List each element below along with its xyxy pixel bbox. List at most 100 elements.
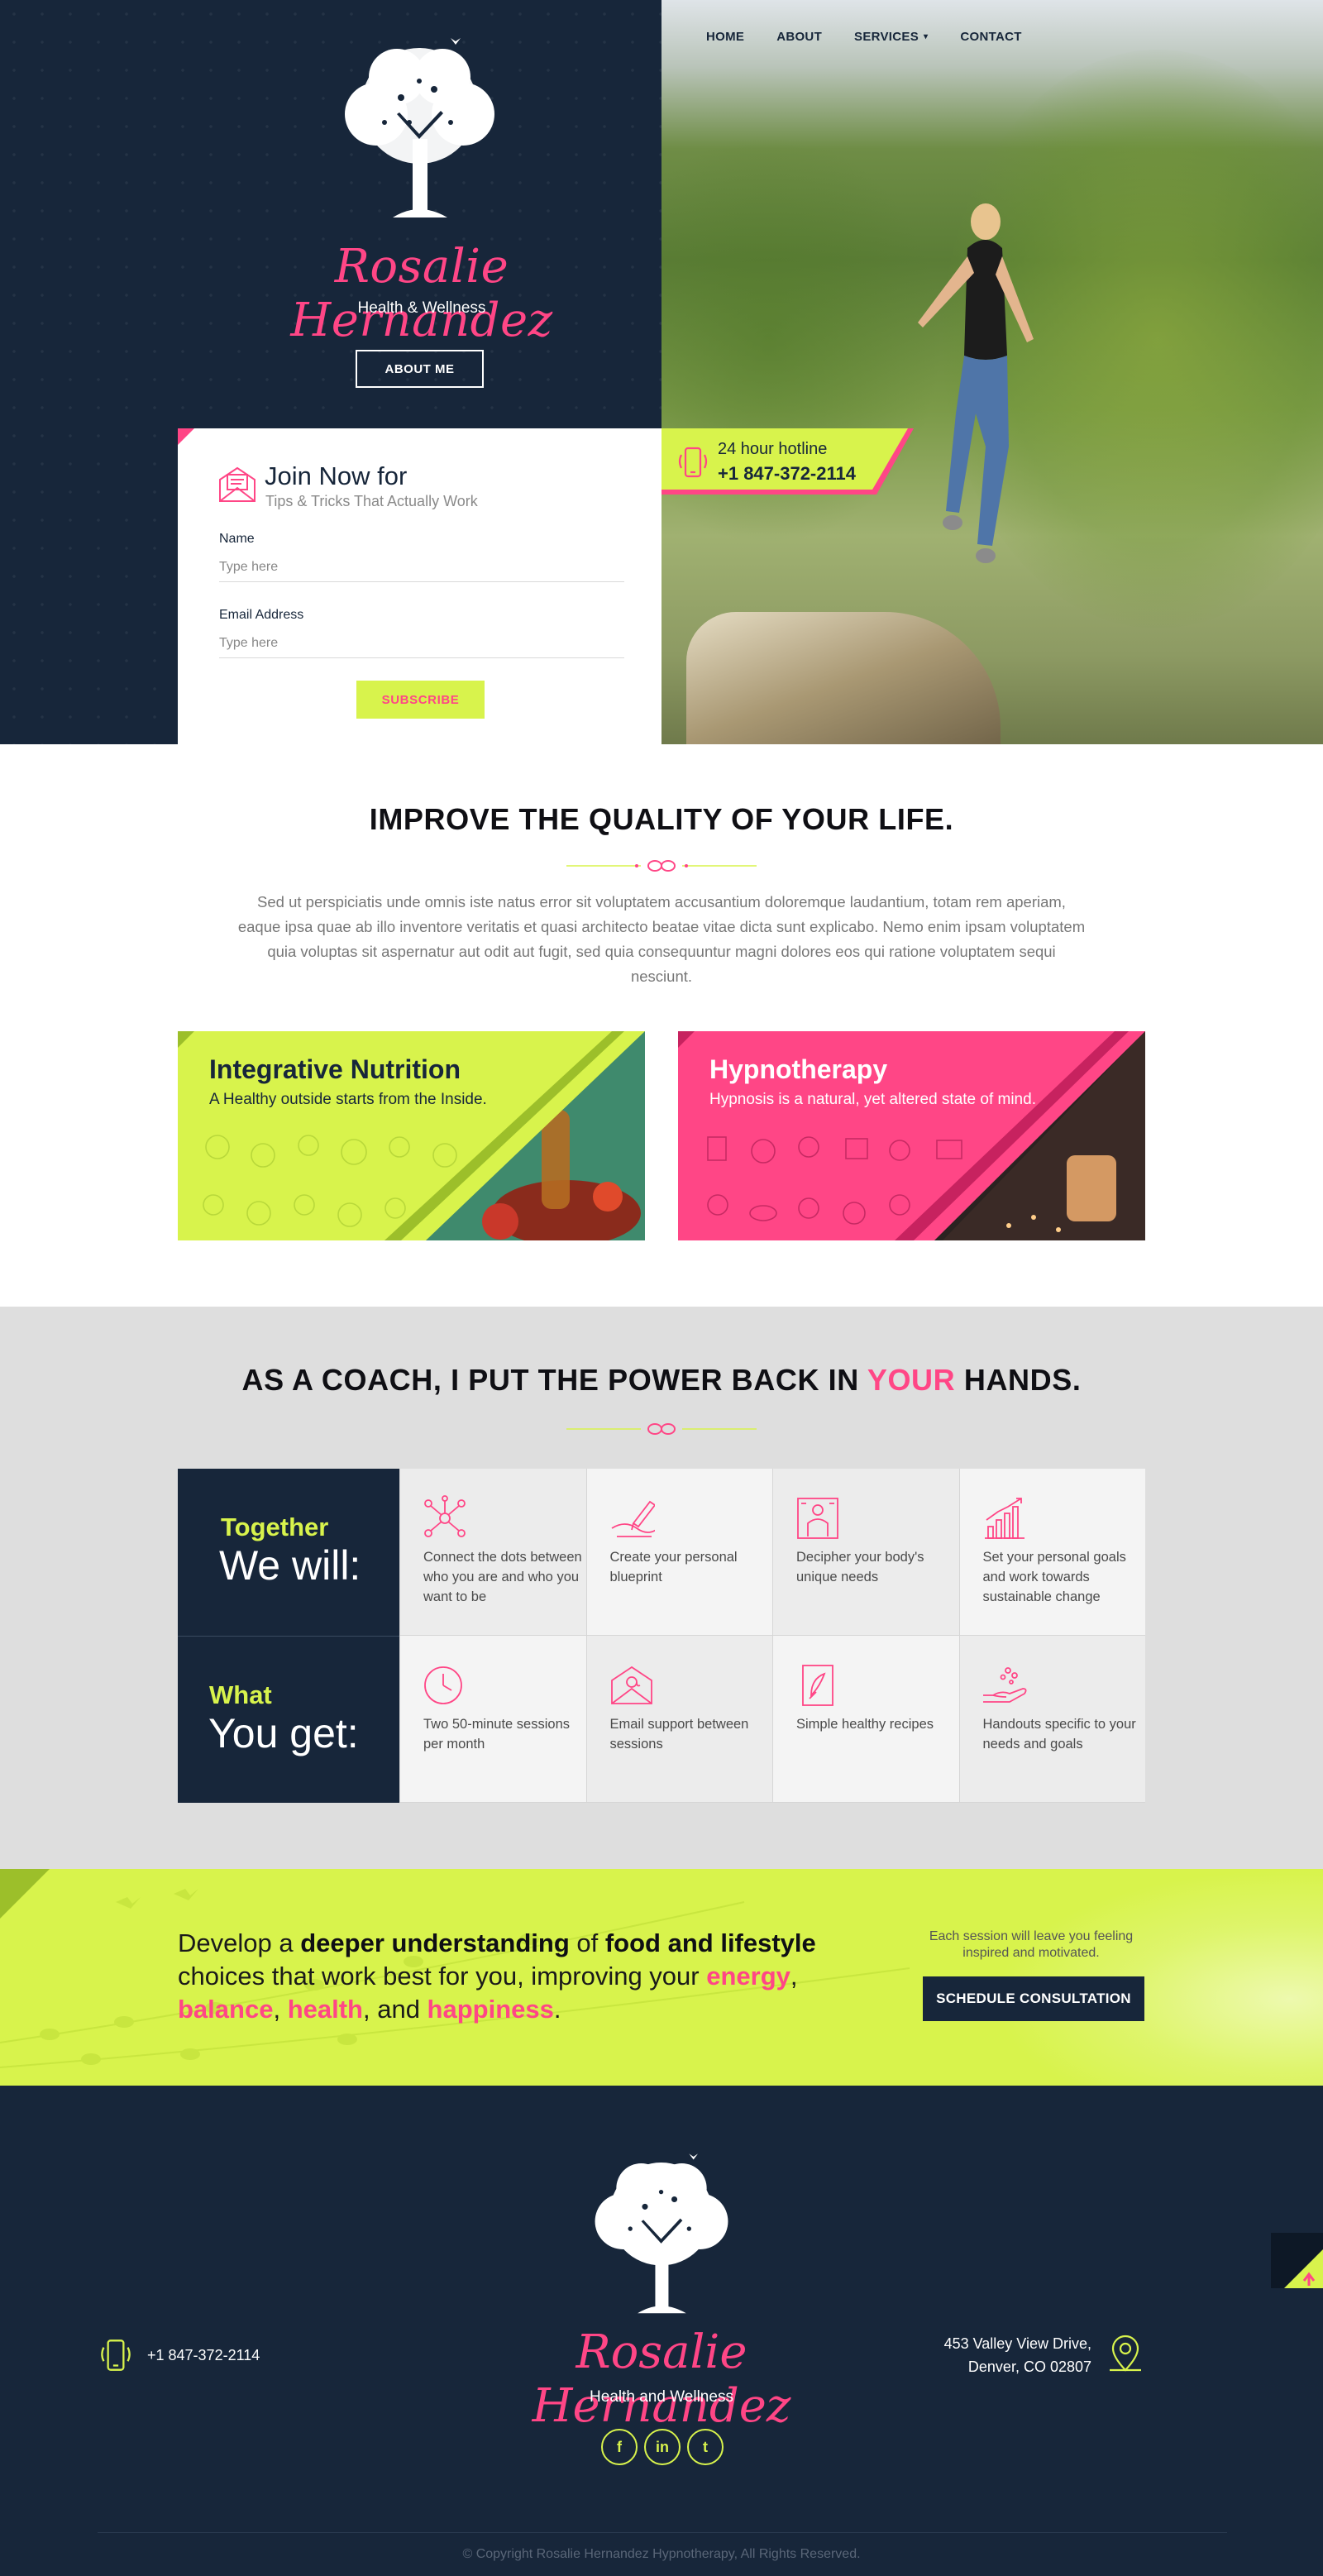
- benefit-cell: Decipher your body's unique needs: [772, 1469, 959, 1636]
- service-title: Hypnotherapy: [709, 1054, 888, 1084]
- hotline-label: 24 hour hotline: [718, 440, 828, 458]
- nav-about-label: ABOUT: [776, 30, 823, 44]
- footer-phone[interactable]: +1 847-372-2114: [147, 2347, 260, 2364]
- footer-divider: [98, 2532, 1227, 2533]
- coach-title-pre: AS A COACH, I PUT THE POWER BACK IN: [241, 1363, 867, 1397]
- benefit-text: Handouts specific to your needs and goal…: [982, 1717, 1136, 1752]
- nav-home[interactable]: HOME: [706, 25, 744, 49]
- map-pin-icon: [1110, 2335, 1141, 2372]
- row-heading: Together We will:: [178, 1469, 399, 1636]
- newsletter-envelope-icon: [219, 466, 256, 502]
- schedule-consultation-button[interactable]: SCHEDULE CONSULTATION: [923, 1976, 1144, 2021]
- person-analysis-icon: [797, 1498, 838, 1539]
- benefit-text: Decipher your body's unique needs: [796, 1550, 924, 1584]
- benefit-text: Connect the dots between who you are and…: [423, 1550, 582, 1604]
- email-input[interactable]: [219, 628, 624, 658]
- nav-contact-label: CONTACT: [960, 30, 1022, 44]
- tree-logo-icon: [595, 2153, 728, 2314]
- address-line-1: 453 Valley View Drive,: [943, 2335, 1091, 2352]
- cta-text-highlight: energy: [706, 1962, 790, 1991]
- tree-logo-icon: [345, 38, 494, 217]
- brand-name: Rosalie Hernandez: [290, 240, 553, 347]
- cta-text-part: ,: [790, 1962, 798, 1991]
- facebook-icon[interactable]: f: [601, 2429, 638, 2465]
- ornament-divider-icon: [566, 860, 757, 872]
- coach-title-highlight: YOUR: [867, 1363, 956, 1397]
- card-corner-accent: [678, 1031, 695, 1048]
- service-desc: Hypnosis is a natural, yet altered state…: [709, 1091, 1036, 1108]
- join-subtitle: Tips & Tricks That Actually Work: [265, 493, 478, 509]
- benefit-text: Create your personal blueprint: [609, 1550, 738, 1584]
- name-input[interactable]: [219, 552, 624, 582]
- row-big-text: We will:: [219, 1542, 361, 1589]
- twitter-icon[interactable]: t: [687, 2429, 724, 2465]
- phone-icon: [678, 447, 708, 478]
- improve-title: IMPROVE THE QUALITY OF YOUR LIFE.: [369, 802, 954, 836]
- benefit-cell: Email support between sessions: [585, 1636, 772, 1803]
- improve-paragraph: Sed ut perspiciatis unde omnis iste natu…: [237, 893, 1086, 985]
- cta-text-part: Develop a: [178, 1928, 301, 1957]
- email-icon: [610, 1666, 652, 1704]
- hand-sparkle-icon: [982, 1667, 1026, 1703]
- service-desc: A Healthy outside starts from the Inside…: [209, 1091, 487, 1108]
- cta-text-bold: food and lifestyle: [604, 1928, 816, 1957]
- cta-text-part: choices that work best for you, improvin…: [178, 1962, 707, 1991]
- hotline-number[interactable]: +1 847-372-2114: [718, 463, 856, 485]
- phone-icon: [101, 2339, 131, 2371]
- cta-text-highlight: balance: [178, 1995, 274, 2024]
- nav-about[interactable]: ABOUT: [776, 25, 822, 49]
- pen-blueprint-icon: [611, 1500, 655, 1537]
- benefit-cell: Simple healthy recipes: [772, 1636, 959, 1803]
- hero-section: HOME ABOUT SERVICES ▾ CONTACT Rosalie Her…: [0, 0, 1323, 744]
- tree-stump-image: [686, 612, 1001, 744]
- recipe-book-icon: [802, 1665, 833, 1706]
- chevron-down-icon: ▾: [924, 32, 929, 41]
- nav-contact[interactable]: CONTACT: [960, 25, 1021, 49]
- main-nav: HOME ABOUT SERVICES ▾ CONTACT: [706, 25, 1054, 49]
- benefit-cell: Set your personal goals and work towards…: [958, 1469, 1145, 1636]
- cta-corner-accent: [0, 1869, 50, 1919]
- network-icon: [424, 1495, 466, 1537]
- cta-headline: Develop a deeper understanding of food a…: [178, 1927, 905, 2026]
- brand-tagline: Health & Wellness: [357, 299, 486, 317]
- subscribe-button[interactable]: SUBSCRIBE: [356, 681, 485, 719]
- row-accent: Together: [221, 1513, 329, 1541]
- service-title: Integrative Nutrition: [209, 1054, 461, 1084]
- linkedin-icon[interactable]: in: [644, 2429, 681, 2465]
- footer: Rosalie Hernandez Health and Wellness f …: [0, 2086, 1323, 2576]
- footer-address: 453 Valley View Drive, Denver, CO 02807: [876, 2332, 1091, 2378]
- benefit-text: Two 50-minute sessions per month: [423, 1717, 570, 1752]
- nav-services-label: SERVICES: [854, 30, 919, 44]
- footer-brand-name: Rosalie Hernandez: [532, 2325, 791, 2433]
- newsletter-card: Join Now for Tips & Tricks That Actually…: [178, 428, 662, 744]
- cta-banner: Develop a deeper understanding of food a…: [0, 1869, 1323, 2086]
- benefit-cell: Connect the dots between who you are and…: [399, 1469, 586, 1636]
- address-line-2: Denver, CO 02807: [967, 2359, 1091, 2375]
- benefit-text: Simple healthy recipes: [796, 1717, 934, 1732]
- cta-text-part: .: [553, 1995, 561, 2024]
- nutrition-pattern-icon: [203, 1135, 457, 1227]
- service-card-hypnotherapy[interactable]: Hypnotherapy Hypnosis is a natural, yet …: [678, 1031, 1145, 1240]
- nav-home-label: HOME: [706, 30, 745, 44]
- join-title: Join Now for: [265, 461, 408, 490]
- service-card-nutrition[interactable]: Integrative Nutrition A Healthy outside …: [178, 1031, 645, 1240]
- back-to-top-button[interactable]: [1271, 2233, 1323, 2288]
- social-links: f in t: [601, 2429, 724, 2465]
- nav-services[interactable]: SERVICES ▾: [854, 25, 928, 49]
- row-accent: What: [209, 1680, 272, 1709]
- benefit-cell: Handouts specific to your needs and goal…: [958, 1636, 1145, 1803]
- clock-icon: [424, 1666, 462, 1704]
- benefit-text: Set your personal goals and work towards…: [982, 1550, 1126, 1604]
- copyright: © Copyright Rosalie Hernandez Hypnothera…: [462, 2547, 861, 2561]
- cta-note: Each session will leave you feeling insp…: [929, 1929, 1134, 1960]
- hotline-badge: 24 hour hotline +1 847-372-2114: [662, 428, 914, 495]
- footer-tagline: Health and Wellness: [590, 2388, 733, 2406]
- you-get-row: What You get: Two 50-minute sessions per…: [178, 1636, 1145, 1803]
- row-heading: What You get:: [178, 1636, 399, 1803]
- benefit-cell: Create your personal blueprint: [585, 1469, 772, 1636]
- about-me-button[interactable]: ABOUT ME: [356, 350, 484, 388]
- coach-title-post: HANDS.: [955, 1363, 1082, 1397]
- name-label: Name: [219, 532, 255, 546]
- email-label: Email Address: [219, 608, 304, 622]
- card-corner-accent: [178, 428, 194, 445]
